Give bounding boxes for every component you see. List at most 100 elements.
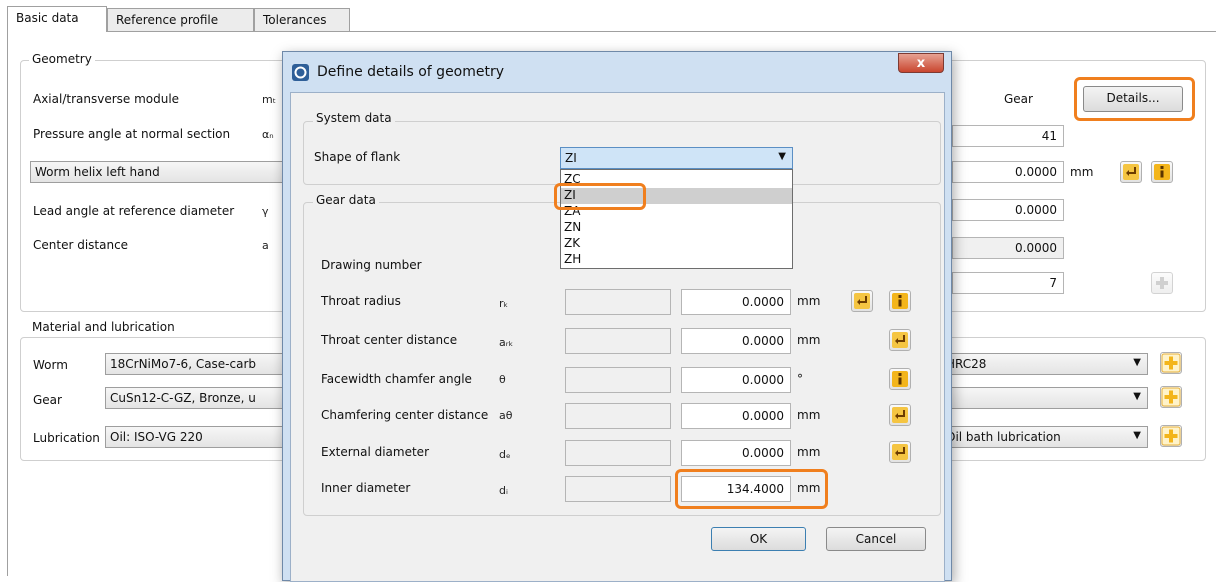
- helix-field[interactable]: 0.0000: [952, 161, 1064, 183]
- shape-of-flank-select[interactable]: ZI ▼: [560, 147, 793, 169]
- pressure-angle-label: Pressure angle at normal section: [33, 127, 231, 141]
- worm-treatment-select[interactable]: HRC28 ▼: [941, 353, 1148, 375]
- shape-of-flank-label: Shape of flank: [314, 150, 401, 164]
- material-title: Material and lubrication: [29, 320, 178, 334]
- external-diameter-symbol: dₑ: [499, 448, 511, 461]
- chamfer-angle-field[interactable]: 0.0000: [681, 367, 791, 393]
- worm-material-select[interactable]: 18CrNiMo7-6, Case-carb: [105, 353, 290, 375]
- dropdown-option-zn[interactable]: ZN: [561, 220, 792, 236]
- worm-treatment-value: HRC28: [946, 357, 987, 371]
- throat-radius-field[interactable]: 0.0000: [681, 289, 791, 315]
- throat-radius-unit: mm: [797, 294, 821, 308]
- gear-material-select[interactable]: CuSn12-C-GZ, Bronze, u: [105, 387, 290, 409]
- throat-center-distance-symbol: aᵣₖ: [499, 336, 514, 349]
- dropdown-option-zk[interactable]: ZK: [561, 236, 792, 252]
- define-geometry-dialog: Define details of geometry x System data…: [282, 51, 952, 582]
- inner-diameter-ro-field: [565, 476, 671, 502]
- lead-angle-symbol: γ: [262, 205, 269, 218]
- throat-center-distance-ro-field: [565, 328, 671, 354]
- throat-center-distance-unit: mm: [797, 333, 821, 347]
- external-diameter-unit: mm: [797, 445, 821, 459]
- system-data-title: System data: [313, 111, 395, 125]
- axial-module-symbol: mₜ: [262, 93, 276, 106]
- gear-treatment-select[interactable]: ▼: [941, 387, 1148, 409]
- chamfer-center-distance-field[interactable]: 0.0000: [681, 403, 791, 429]
- helix-direction-value: Worm helix left hand: [35, 165, 160, 179]
- dropdown-arrow-icon: ▼: [1133, 430, 1141, 441]
- tab-tolerances[interactable]: Tolerances: [254, 8, 350, 32]
- lubrication-type-value: Oil bath lubrication: [946, 430, 1061, 444]
- throat-radius-symbol: rₖ: [499, 297, 509, 310]
- apply-arrow-icon[interactable]: [889, 329, 911, 351]
- lead-angle-field[interactable]: 0.0000: [952, 199, 1064, 221]
- details-highlight: [1074, 77, 1195, 121]
- quality-field[interactable]: 7: [952, 272, 1064, 294]
- dropdown-arrow-icon: ▼: [778, 151, 786, 162]
- chamfer-angle-unit: °: [797, 372, 803, 386]
- geometry-title: Geometry: [29, 52, 95, 66]
- chamfer-center-distance-label: Chamfering center distance: [321, 408, 489, 422]
- gear-column-header: Gear: [1004, 92, 1033, 106]
- tab-reference-profile[interactable]: Reference profile: [107, 8, 254, 32]
- apply-arrow-icon[interactable]: [1120, 161, 1142, 183]
- pressure-angle-symbol: αₙ: [262, 128, 274, 141]
- dialog-titlebar[interactable]: Define details of geometry x: [283, 52, 951, 92]
- teeth-field[interactable]: 41: [952, 125, 1064, 147]
- throat-center-distance-field[interactable]: 0.0000: [681, 328, 791, 354]
- external-diameter-field[interactable]: 0.0000: [681, 440, 791, 466]
- shape-of-flank-value: ZI: [565, 151, 577, 165]
- lubrication-value: Oil: ISO-VG 220: [110, 430, 203, 444]
- inner-diameter-symbol: dᵢ: [499, 484, 508, 497]
- center-distance-label: Center distance: [33, 238, 129, 252]
- center-distance-symbol: a: [262, 239, 269, 252]
- chamfer-angle-symbol: θ: [499, 373, 506, 386]
- close-icon[interactable]: x: [898, 53, 944, 73]
- apply-arrow-icon[interactable]: [889, 404, 911, 426]
- axial-module-label: Axial/transverse module: [33, 92, 180, 106]
- external-diameter-ro-field: [565, 440, 671, 466]
- apply-arrow-icon[interactable]: [851, 290, 873, 312]
- chamfer-angle-ro-field: [565, 367, 671, 393]
- dialog-body: System data Shape of flank ZI ▼ Gear dat…: [290, 92, 945, 582]
- chamfer-center-distance-unit: mm: [797, 408, 821, 422]
- throat-radius-ro-field: [565, 289, 671, 315]
- chamfer-center-distance-ro-field: [565, 403, 671, 429]
- ok-button[interactable]: OK: [711, 527, 806, 551]
- zi-option-highlight: [554, 183, 646, 210]
- app-icon: [292, 64, 309, 81]
- chamfer-angle-label: Facewidth chamfer angle: [321, 372, 472, 386]
- helix-direction-select[interactable]: Worm helix left hand: [30, 161, 290, 183]
- throat-center-distance-label: Throat center distance: [321, 333, 458, 347]
- inner-diameter-highlight: [675, 469, 828, 509]
- dropdown-arrow-icon: ▼: [1133, 391, 1141, 402]
- chamfer-center-distance-symbol: aθ: [499, 409, 513, 422]
- plus-icon[interactable]: [1160, 425, 1182, 447]
- gear-material-value: CuSn12-C-GZ, Bronze, u: [110, 391, 256, 405]
- info-icon[interactable]: [889, 290, 911, 312]
- plus-icon[interactable]: [1160, 386, 1182, 408]
- drawing-number-label: Drawing number: [321, 258, 422, 272]
- dropdown-option-zh[interactable]: ZH: [561, 252, 792, 268]
- info-icon[interactable]: [1151, 161, 1173, 183]
- apply-arrow-icon[interactable]: [889, 441, 911, 463]
- center-distance-field: 0.0000: [952, 237, 1064, 259]
- plus-icon[interactable]: [1151, 272, 1173, 294]
- lubrication-label: Lubrication: [33, 431, 100, 445]
- lubrication-select[interactable]: Oil: ISO-VG 220: [105, 426, 290, 448]
- gear-label: Gear: [33, 393, 62, 407]
- lead-angle-label: Lead angle at reference diameter: [33, 204, 235, 218]
- plus-icon[interactable]: [1160, 352, 1182, 374]
- info-icon[interactable]: [889, 368, 911, 390]
- worm-material-value: 18CrNiMo7-6, Case-carb: [110, 357, 257, 371]
- lubrication-type-select[interactable]: Oil bath lubrication ▼: [941, 426, 1148, 448]
- helix-unit: mm: [1070, 165, 1094, 179]
- dialog-title: Define details of geometry: [317, 64, 505, 80]
- external-diameter-label: External diameter: [321, 445, 429, 459]
- inner-diameter-label: Inner diameter: [321, 481, 411, 495]
- gear-data-title: Gear data: [313, 193, 379, 207]
- dropdown-arrow-icon: ▼: [1133, 357, 1141, 368]
- worm-label: Worm: [33, 358, 68, 372]
- tab-basic-data[interactable]: Basic data: [7, 6, 107, 32]
- throat-radius-label: Throat radius: [321, 294, 401, 308]
- cancel-button[interactable]: Cancel: [826, 527, 926, 551]
